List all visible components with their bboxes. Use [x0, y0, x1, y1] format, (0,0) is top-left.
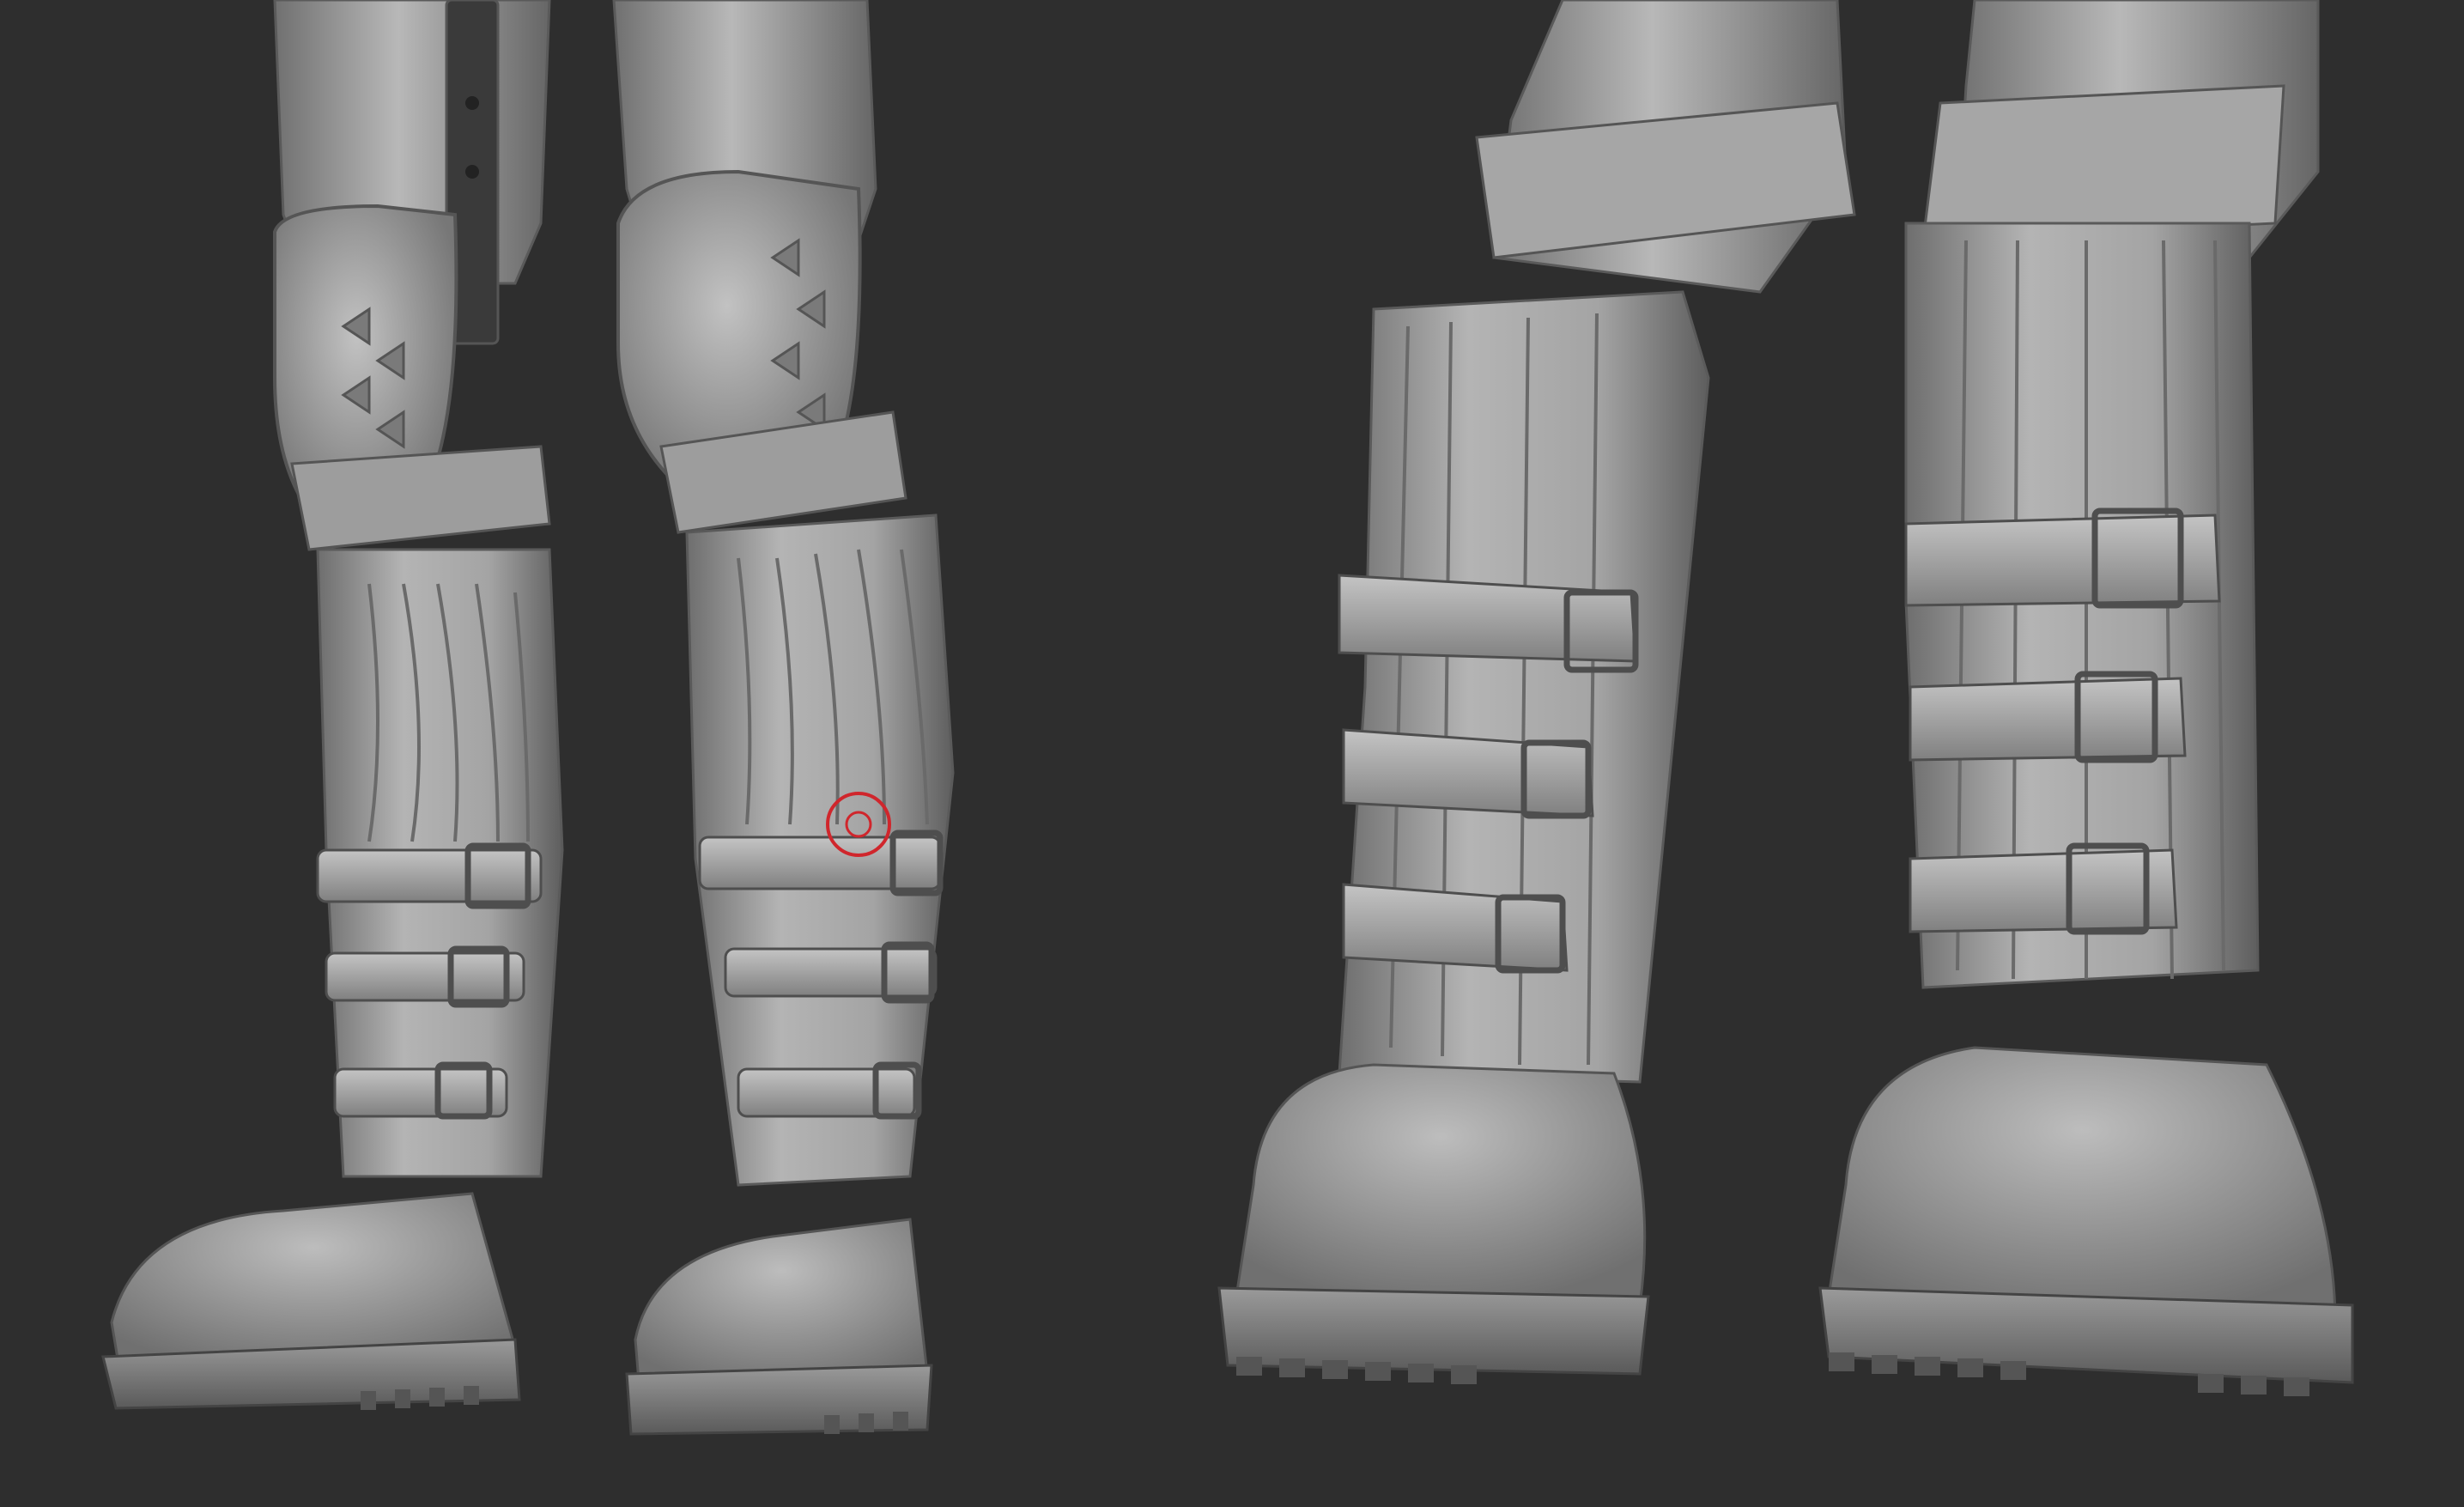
- heel: [1235, 1063, 1647, 1307]
- front-left-boot: [101, 0, 564, 1410]
- front-view: [101, 0, 955, 1436]
- sculpt-canvas[interactable]: [0, 0, 2464, 1507]
- back-left-boot: [1217, 0, 1856, 1384]
- front-right-boot: [612, 0, 955, 1436]
- buckle-straps: [1904, 513, 2221, 933]
- back-right-boot: [1818, 0, 2354, 1396]
- heel: [1827, 1046, 2337, 1324]
- knee-band: [290, 445, 551, 551]
- boot-sole: [1818, 1286, 2354, 1384]
- back-view: [1217, 0, 2354, 1396]
- knee-cuff: [1921, 84, 2285, 242]
- boot-sole: [625, 1364, 933, 1436]
- sculpt-viewport[interactable]: [0, 0, 2464, 1507]
- toe-cap: [634, 1218, 929, 1393]
